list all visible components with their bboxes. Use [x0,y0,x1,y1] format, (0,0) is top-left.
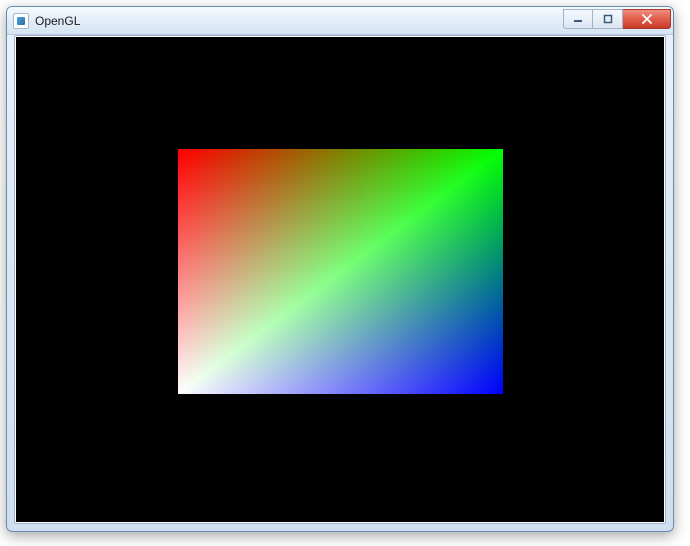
client-area-frame [14,35,666,524]
maximize-button[interactable] [593,9,623,29]
close-icon [641,14,653,24]
minimize-button[interactable] [563,9,593,29]
app-icon-glyph [17,17,25,25]
titlebar[interactable]: OpenGL [7,7,673,35]
minimize-icon [573,14,583,24]
maximize-icon [603,14,613,24]
window-title: OpenGL [35,14,80,28]
color-interpolated-quad [178,149,503,394]
app-icon [13,13,29,29]
opengl-viewport [16,37,664,522]
close-button[interactable] [623,9,671,29]
application-window: OpenGL [6,6,674,532]
window-controls [563,9,671,29]
